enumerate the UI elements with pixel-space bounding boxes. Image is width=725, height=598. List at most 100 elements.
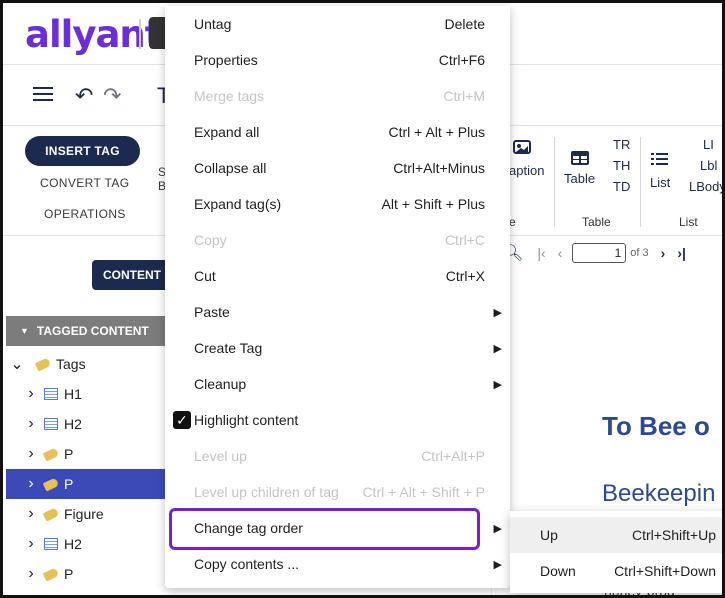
- submenu-arrow-icon: ▶: [493, 306, 502, 319]
- menu-item-label: Cut: [194, 268, 216, 284]
- chevron-right-icon[interactable]: ›: [24, 565, 38, 583]
- tag-icon: [42, 476, 60, 492]
- chevron-right-icon[interactable]: ›: [24, 505, 38, 523]
- next-page-icon[interactable]: ›: [661, 245, 666, 261]
- chevron-right-icon[interactable]: ›: [24, 475, 38, 493]
- app-window: allyant ↶ ↷ T INSERT TAG CONVERT TAG OPE…: [0, 0, 725, 598]
- menu-item-shortcut: Ctrl+X: [445, 268, 485, 284]
- chevron-right-icon[interactable]: ›: [24, 535, 38, 553]
- list-icon[interactable]: [651, 152, 669, 169]
- chevron-right-icon[interactable]: ›: [24, 385, 38, 403]
- menu-item-label: Copy: [194, 232, 227, 248]
- ribbon-divider: [723, 137, 724, 227]
- submenu-item-up[interactable]: Up Ctrl+Shift+Up: [510, 517, 722, 553]
- menu-item-shortcut: Ctrl + Alt + Shift + P: [362, 484, 485, 500]
- menu-item-label: Level up: [194, 448, 247, 464]
- convert-tag-button[interactable]: CONVERT TAG: [40, 176, 130, 190]
- checkbox-checked-icon[interactable]: ✓: [173, 411, 191, 429]
- td-button[interactable]: TD: [613, 179, 630, 194]
- submenu-arrow-icon: ▶: [493, 342, 502, 355]
- tag-icon: [34, 356, 52, 372]
- menu-item-create-tag[interactable]: Create Tag ▶: [165, 330, 510, 366]
- list-button[interactable]: List: [650, 175, 670, 190]
- menu-item-copy[interactable]: Copy Ctrl+C: [165, 222, 510, 258]
- insert-tag-button[interactable]: INSERT TAG: [25, 136, 140, 166]
- tree-label: Figure: [64, 506, 104, 522]
- tree-label: H1: [64, 386, 82, 402]
- menu-item-label: Paste: [194, 304, 230, 320]
- previous-page-icon[interactable]: ‹: [558, 245, 563, 261]
- tree-row[interactable]: › P: [6, 559, 166, 589]
- menu-item-paste[interactable]: Paste ▶: [165, 294, 510, 330]
- ribbon-group-label: e: [509, 215, 516, 229]
- menu-item-collapse-all[interactable]: Collapse all Ctrl+Alt+Minus: [165, 150, 510, 186]
- menu-item-highlight-content[interactable]: ✓ Highlight content: [165, 402, 510, 438]
- page-number-input[interactable]: 1: [572, 243, 627, 263]
- tree-label: P: [64, 566, 74, 582]
- menu-item-merge-tags[interactable]: Merge tags Ctrl+M: [165, 78, 510, 114]
- lbl-button[interactable]: Lbl: [700, 158, 717, 173]
- menu-item-label: Collapse all: [194, 160, 267, 176]
- menu-item-shortcut: Ctrl + Alt + Plus: [388, 124, 485, 140]
- menu-item-label: Untag: [194, 16, 232, 32]
- menu-item-shortcut: Ctrl+Alt+Minus: [393, 160, 485, 176]
- menu-item-label: Level up children of tag: [194, 484, 339, 500]
- undo-icon[interactable]: ↶: [75, 83, 93, 109]
- tagged-content-header[interactable]: ▼ TAGGED CONTENT: [6, 316, 166, 346]
- submenu-arrow-icon: ▶: [493, 378, 502, 391]
- heading-icon: [44, 418, 58, 430]
- chevron-down-icon[interactable]: ⌄: [10, 354, 24, 374]
- tree-row-selected[interactable]: › P: [6, 469, 166, 499]
- menu-item-shortcut: Alt + Shift + Plus: [381, 196, 486, 212]
- menu-item-label: Copy contents ...: [194, 556, 300, 572]
- tree-row[interactable]: › H2: [6, 409, 166, 439]
- tree-label: H2: [64, 416, 82, 432]
- menu-item-shortcut: Ctrl+F6: [438, 52, 485, 68]
- menu-item-cut[interactable]: Cut Ctrl+X: [165, 258, 510, 294]
- redo-icon[interactable]: ↷: [103, 83, 121, 109]
- caption-icon[interactable]: [513, 140, 531, 159]
- menu-item-untag[interactable]: Untag Delete: [165, 6, 510, 42]
- operations-button[interactable]: OPERATIONS: [44, 207, 126, 221]
- caption-button[interactable]: aption: [509, 163, 544, 178]
- context-menu: Untag Delete Properties Ctrl+F6 Merge tags…: [165, 6, 510, 588]
- tree-row-tags[interactable]: ⌄ Tags: [6, 349, 166, 379]
- menu-item-copy-contents[interactable]: Copy contents ... ▶: [165, 546, 510, 582]
- table-button[interactable]: Table: [564, 171, 595, 186]
- menu-item-cleanup[interactable]: Cleanup ▶: [165, 366, 510, 402]
- tree-row[interactable]: › H1: [6, 379, 166, 409]
- lbody-button[interactable]: LBody: [689, 179, 722, 194]
- menu-item-properties[interactable]: Properties Ctrl+F6: [165, 42, 510, 78]
- menu-item-label: Properties: [194, 52, 258, 68]
- menu-item-level-up[interactable]: Level up Ctrl+Alt+P: [165, 438, 510, 474]
- tag-icon: [42, 506, 60, 522]
- submenu-arrow-icon: ▶: [493, 522, 502, 535]
- chevron-right-icon[interactable]: ›: [24, 415, 38, 433]
- change-tag-order-submenu: Up Ctrl+Shift+Up Down Ctrl+Shift+Down: [510, 511, 722, 593]
- li-button[interactable]: LI: [703, 137, 714, 152]
- tree-label: P: [64, 446, 74, 462]
- heading-icon: [44, 538, 58, 550]
- th-button[interactable]: TH: [613, 158, 630, 173]
- last-page-icon[interactable]: ›|: [677, 245, 686, 261]
- menu-item-expand-tags[interactable]: Expand tag(s) Alt + Shift + Plus: [165, 186, 510, 222]
- menu-item-expand-all[interactable]: Expand all Ctrl + Alt + Plus: [165, 114, 510, 150]
- content-button[interactable]: CONTENT: [92, 260, 172, 290]
- menu-item-label: Expand all: [194, 124, 260, 140]
- highlight-outline: [169, 508, 480, 550]
- table-icon[interactable]: [571, 151, 589, 168]
- chevron-right-icon[interactable]: ›: [24, 445, 38, 463]
- tree-row[interactable]: › H2: [6, 529, 166, 559]
- tree-row[interactable]: › P: [6, 439, 166, 469]
- ribbon-divider: [554, 137, 555, 227]
- submenu-item-down[interactable]: Down Ctrl+Shift+Down: [510, 553, 722, 589]
- tree-row[interactable]: › Figure: [6, 499, 166, 529]
- menu-item-level-up-children[interactable]: Level up children of tag Ctrl + Alt + Shi…: [165, 474, 510, 510]
- hamburger-menu-icon[interactable]: [33, 87, 53, 101]
- submenu-item-shortcut: Ctrl+Shift+Up: [631, 527, 716, 543]
- first-page-icon[interactable]: |‹: [537, 245, 545, 261]
- tr-button[interactable]: TR: [613, 137, 630, 152]
- menu-item-label: Highlight content: [194, 412, 299, 428]
- tree-label: H2: [64, 536, 82, 552]
- submenu-item-shortcut: Ctrl+Shift+Down: [614, 563, 716, 579]
